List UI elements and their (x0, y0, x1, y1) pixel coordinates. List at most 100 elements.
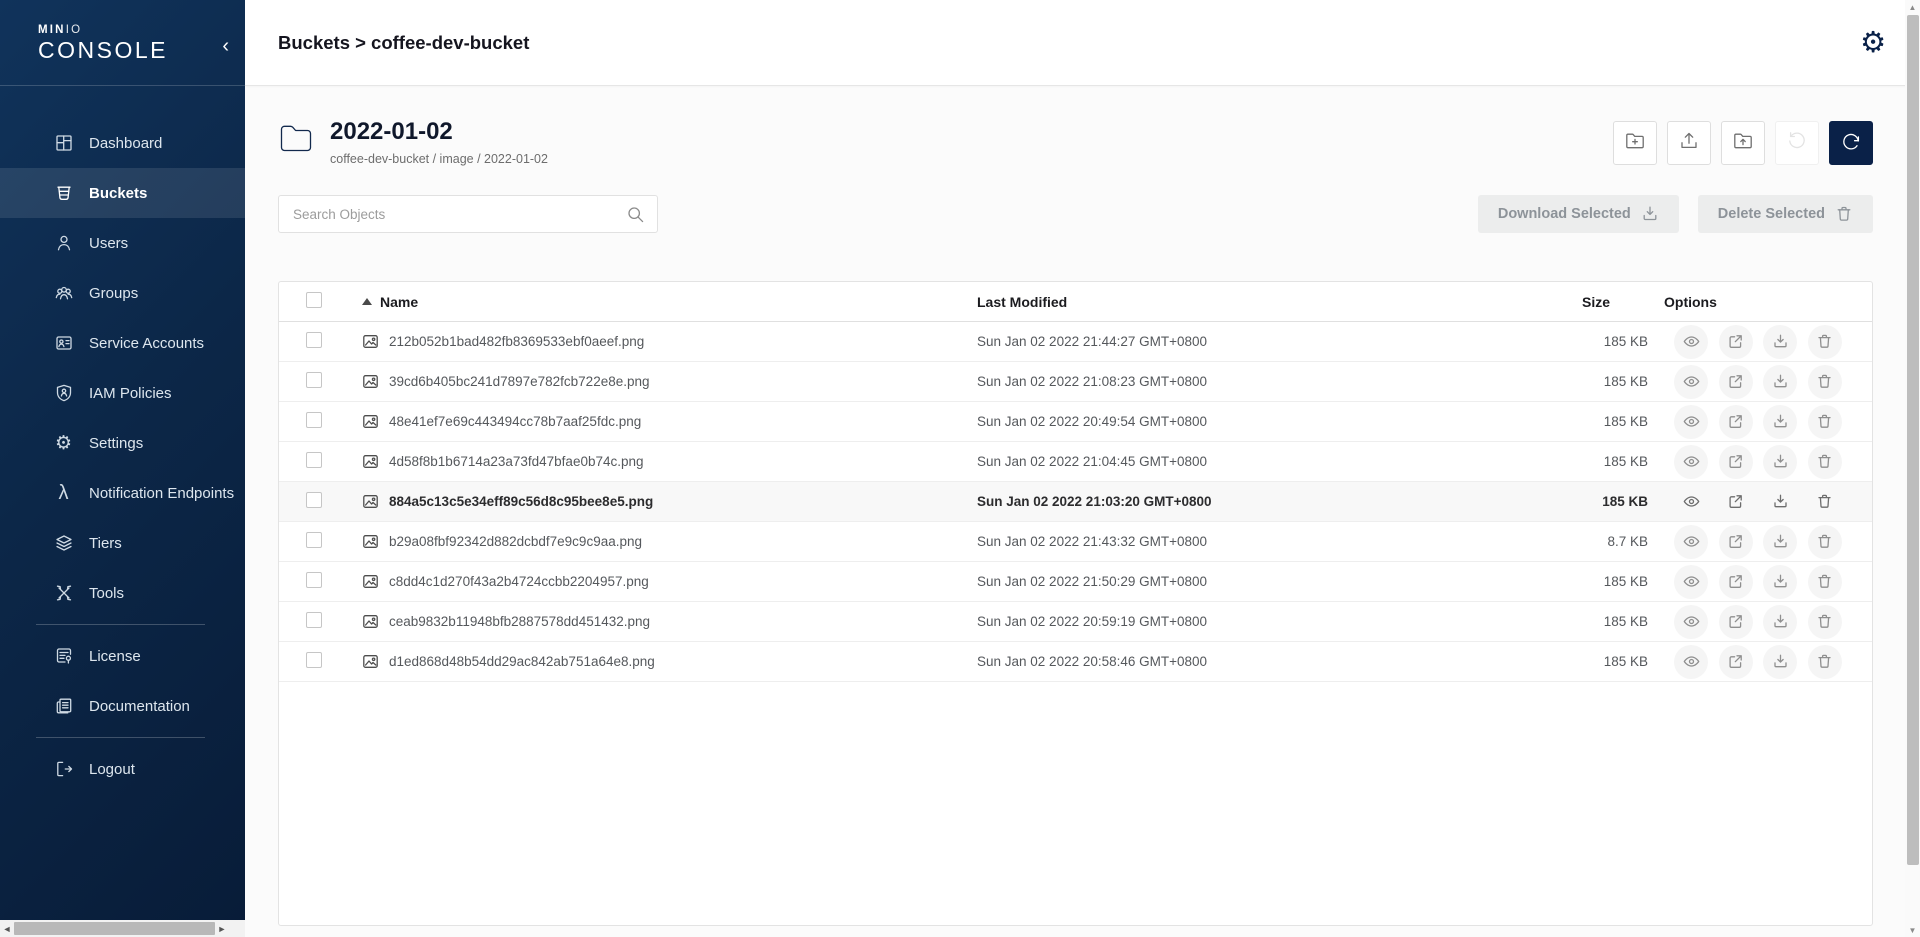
row-checkbox[interactable] (306, 612, 322, 628)
row-checkbox-cell (306, 452, 362, 471)
preview-object-button[interactable] (1674, 365, 1708, 399)
scroll-down-arrow-icon[interactable]: ▼ (1905, 923, 1920, 937)
row-checkbox[interactable] (306, 492, 322, 508)
trash-icon (1816, 573, 1833, 590)
sidebar-item-service-accounts[interactable]: Service Accounts (0, 318, 245, 368)
vertical-scrollbar-thumb[interactable] (1907, 15, 1919, 865)
row-checkbox[interactable] (306, 572, 322, 588)
sidebar-item-notification-endpoints[interactable]: λ Notification Endpoints (0, 468, 245, 518)
upload-file-button[interactable] (1667, 121, 1711, 165)
open-object-button[interactable] (1719, 605, 1753, 639)
delete-object-button[interactable] (1808, 565, 1842, 599)
header-size[interactable]: Size (1536, 294, 1656, 310)
upload-file-icon (1678, 130, 1700, 157)
sidebar-item-documentation[interactable]: Documentation (0, 681, 245, 731)
preview-object-button[interactable] (1674, 325, 1708, 359)
sidebar-collapse-icon[interactable]: ‹ (222, 36, 229, 56)
delete-object-button[interactable] (1808, 405, 1842, 439)
preview-object-button[interactable] (1674, 605, 1708, 639)
row-checkbox[interactable] (306, 332, 322, 348)
sidebar-item-users[interactable]: Users (0, 218, 245, 268)
open-object-button[interactable] (1719, 565, 1753, 599)
header-name[interactable]: Name (362, 294, 977, 310)
download-icon (1772, 533, 1789, 550)
open-object-button[interactable] (1719, 525, 1753, 559)
delete-object-button[interactable] (1808, 525, 1842, 559)
table-row[interactable]: c8dd4c1d270f43a2b4724ccbb2204957.png Sun… (279, 562, 1872, 602)
row-checkbox[interactable] (306, 452, 322, 468)
scroll-left-arrow-icon[interactable]: ◄ (0, 924, 14, 934)
delete-object-button[interactable] (1808, 485, 1842, 519)
table-row[interactable]: 39cd6b405bc241d7897e782fcb722e8e.png Sun… (279, 362, 1872, 402)
preview-object-button[interactable] (1674, 565, 1708, 599)
open-object-button[interactable] (1719, 645, 1753, 679)
row-checkbox[interactable] (306, 652, 322, 668)
open-object-button[interactable] (1719, 365, 1753, 399)
download-object-button[interactable] (1763, 405, 1797, 439)
preview-object-button[interactable] (1674, 405, 1708, 439)
scroll-up-arrow-icon[interactable]: ▲ (1905, 0, 1920, 14)
delete-selected-button[interactable]: Delete Selected (1698, 195, 1873, 233)
sidebar-item-license[interactable]: License (0, 631, 245, 681)
table-row[interactable]: ceab9832b11948bfb2887578dd451432.png Sun… (279, 602, 1872, 642)
download-selected-button[interactable]: Download Selected (1478, 195, 1679, 233)
sidebar-item-dashboard[interactable]: Dashboard (0, 118, 245, 168)
scroll-right-arrow-icon[interactable]: ► (215, 924, 229, 934)
object-last-modified: Sun Jan 02 2022 21:08:23 GMT+0800 (977, 374, 1536, 389)
horizontal-scrollbar-thumb[interactable] (14, 922, 215, 935)
search-input[interactable] (293, 207, 626, 222)
preview-object-button[interactable] (1674, 645, 1708, 679)
open-object-button[interactable] (1719, 485, 1753, 519)
upload-folder-button[interactable] (1721, 121, 1765, 165)
download-object-button[interactable] (1763, 645, 1797, 679)
header-last-modified[interactable]: Last Modified (977, 294, 1536, 310)
download-object-button[interactable] (1763, 325, 1797, 359)
sidebar-item-groups[interactable]: Groups (0, 268, 245, 318)
preview-object-button[interactable] (1674, 485, 1708, 519)
preview-object-button[interactable] (1674, 445, 1708, 479)
table-row[interactable]: 48e41ef7e69c443494cc78b7aaf25fdc.png Sun… (279, 402, 1872, 442)
new-path-button[interactable] (1613, 121, 1657, 165)
object-size: 185 KB (1536, 334, 1656, 349)
row-checkbox[interactable] (306, 372, 322, 388)
select-all-checkbox[interactable] (306, 292, 322, 308)
sidebar: MINIO CONSOLE ‹ Dashboard Buckets (0, 0, 245, 937)
trash-icon (1816, 493, 1833, 510)
table-row[interactable]: b29a08fbf92342d882dcbdf7e9c9c9aa.png Sun… (279, 522, 1872, 562)
sidebar-item-label: Groups (89, 285, 138, 302)
filter-row: Download Selected Delete Selected (278, 195, 1873, 233)
trash-icon (1816, 413, 1833, 430)
row-checkbox[interactable] (306, 412, 322, 428)
download-object-button[interactable] (1763, 565, 1797, 599)
open-object-button[interactable] (1719, 325, 1753, 359)
sidebar-item-logout[interactable]: Logout (0, 744, 245, 794)
sidebar-item-iam-policies[interactable]: IAM Policies (0, 368, 245, 418)
table-row[interactable]: d1ed868d48b54dd29ac842ab751a64e8.png Sun… (279, 642, 1872, 682)
sidebar-item-tools[interactable]: Tools (0, 568, 245, 618)
delete-object-button[interactable] (1808, 645, 1842, 679)
image-file-icon (362, 653, 379, 670)
row-checkbox[interactable] (306, 532, 322, 548)
preview-object-button[interactable] (1674, 525, 1708, 559)
open-object-button[interactable] (1719, 405, 1753, 439)
delete-object-button[interactable] (1808, 605, 1842, 639)
download-object-button[interactable] (1763, 605, 1797, 639)
sidebar-item-settings[interactable]: ⚙ Settings (0, 418, 245, 468)
open-object-button[interactable] (1719, 445, 1753, 479)
image-file-icon (362, 453, 379, 470)
delete-object-button[interactable] (1808, 365, 1842, 399)
download-icon (1772, 333, 1789, 350)
sidebar-item-buckets[interactable]: Buckets (0, 168, 245, 218)
download-object-button[interactable] (1763, 445, 1797, 479)
delete-object-button[interactable] (1808, 445, 1842, 479)
table-row[interactable]: 212b052b1bad482fb8369533ebf0aeef.png Sun… (279, 322, 1872, 362)
download-object-button[interactable] (1763, 485, 1797, 519)
sidebar-item-tiers[interactable]: Tiers (0, 518, 245, 568)
gear-icon[interactable]: ⚙ (1860, 28, 1886, 57)
download-object-button[interactable] (1763, 525, 1797, 559)
table-row[interactable]: 4d58f8b1b6714a23a73fd47bfae0b74c.png Sun… (279, 442, 1872, 482)
refresh-button[interactable] (1829, 121, 1873, 165)
download-object-button[interactable] (1763, 365, 1797, 399)
table-row[interactable]: 884a5c13c5e34eff89c56d8c95bee8e5.png Sun… (279, 482, 1872, 522)
delete-object-button[interactable] (1808, 325, 1842, 359)
